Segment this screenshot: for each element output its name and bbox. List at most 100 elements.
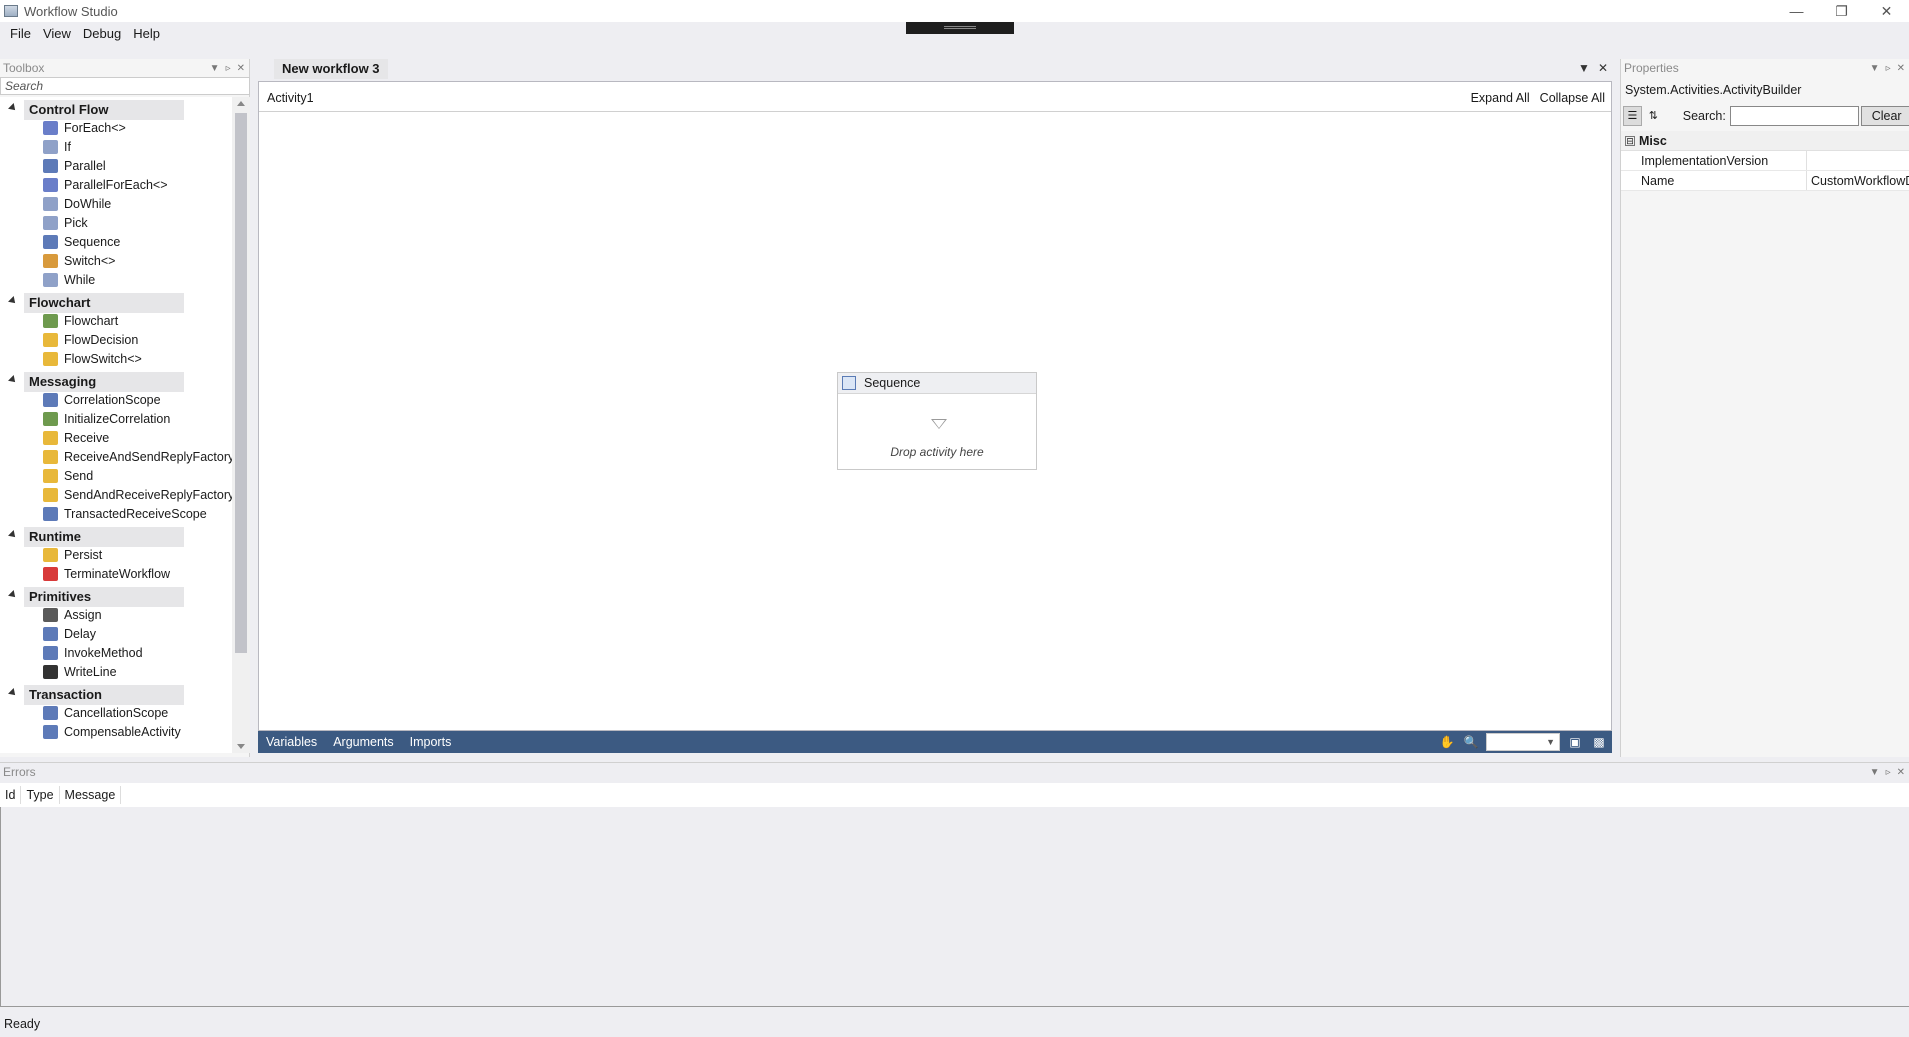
pin-icon[interactable]: ▹ — [1886, 63, 1891, 74]
dropdown-icon[interactable]: ▼ — [1870, 767, 1880, 778]
toolbox-item[interactable]: ForEach<> — [0, 119, 232, 138]
scroll-thumb[interactable] — [235, 113, 247, 653]
toolbox-item[interactable]: Assign — [0, 606, 232, 625]
scroll-up-icon[interactable] — [237, 101, 245, 106]
toolbox-item[interactable]: TransactedReceiveScope — [0, 505, 232, 524]
dropdown-icon[interactable]: ▼ — [1870, 63, 1880, 74]
property-key: ImplementationVersion — [1621, 151, 1807, 170]
toolbox-item[interactable]: TerminateWorkflow — [0, 565, 232, 584]
clear-button[interactable]: Clear — [1861, 106, 1909, 126]
close-icon[interactable]: ✕ — [1897, 63, 1905, 74]
toolbox-item[interactable]: Flowchart — [0, 312, 232, 331]
close-button[interactable]: ✕ — [1864, 0, 1909, 22]
toolbox-category[interactable]: Flowchart — [0, 292, 232, 313]
toolbox-item[interactable]: Persist — [0, 546, 232, 565]
toolbox-item[interactable]: FlowDecision — [0, 331, 232, 350]
toolbox-scrollbar[interactable] — [232, 97, 250, 753]
dropdown-icon[interactable]: ▼ — [210, 63, 220, 74]
expand-triangle-icon[interactable] — [8, 296, 18, 306]
pin-icon[interactable]: ▹ — [226, 63, 231, 74]
scroll-down-icon[interactable] — [237, 744, 245, 749]
property-value[interactable]: CustomWorkflowDe — [1807, 171, 1909, 190]
toolbox-item[interactable]: CancellationScope — [0, 704, 232, 723]
categorized-icon[interactable]: ☰ — [1623, 106, 1642, 126]
expand-triangle-icon[interactable] — [8, 590, 18, 600]
menu-file[interactable]: File — [4, 26, 37, 41]
invoke-method-icon — [43, 646, 58, 660]
toolbox-item[interactable]: Receive — [0, 429, 232, 448]
expand-all-button[interactable]: Expand All — [1471, 91, 1530, 105]
expand-triangle-icon[interactable] — [8, 688, 18, 698]
toolbox-item[interactable]: SendAndReceiveReplyFactory — [0, 486, 232, 505]
close-icon[interactable]: ✕ — [1897, 767, 1905, 778]
toolbox-category[interactable]: Control Flow — [0, 99, 232, 120]
toolbox-item-label: Receive — [64, 431, 110, 445]
properties-header: Properties ▼ ▹ ✕ — [1621, 59, 1909, 77]
debug-toolbar-handle[interactable] — [906, 22, 1014, 34]
flowswitch-icon — [43, 352, 58, 366]
expand-triangle-icon[interactable] — [8, 530, 18, 540]
toolbox-item[interactable]: Pick — [0, 214, 232, 233]
toolbox-item[interactable]: CorrelationScope — [0, 391, 232, 410]
overview-map-icon[interactable]: ▩ — [1590, 734, 1608, 750]
toolbox-item[interactable]: Parallel — [0, 157, 232, 176]
toolbox-category[interactable]: Runtime — [0, 526, 232, 547]
tab-list-icon[interactable]: ▼ — [1578, 61, 1590, 75]
toolbox-search-input[interactable]: Search — [0, 77, 250, 95]
column-id[interactable]: Id — [0, 786, 22, 804]
pan-hand-icon[interactable]: ✋ — [1438, 734, 1456, 750]
property-key: Name — [1621, 171, 1807, 190]
status-bar: Ready — [0, 1012, 1909, 1037]
designer-canvas[interactable]: Activity1 Expand All Collapse All Sequen… — [258, 81, 1612, 731]
minimize-button[interactable]: — — [1774, 0, 1819, 22]
column-type[interactable]: Type — [21, 786, 60, 804]
property-value[interactable] — [1807, 151, 1909, 170]
toolbox-item[interactable]: While — [0, 271, 232, 290]
arguments-tab[interactable]: Arguments — [325, 735, 401, 749]
pin-icon[interactable]: ▹ — [1886, 767, 1891, 778]
menu-view[interactable]: View — [37, 26, 77, 41]
imports-tab[interactable]: Imports — [402, 735, 460, 749]
toolbox-item[interactable]: Delay — [0, 625, 232, 644]
toolbox-item[interactable]: Sequence — [0, 233, 232, 252]
menu-debug[interactable]: Debug — [77, 26, 127, 41]
restore-button[interactable]: ❐ — [1819, 0, 1864, 22]
fit-to-screen-icon[interactable]: ▣ — [1566, 734, 1584, 750]
toolbox-item[interactable]: ReceiveAndSendReplyFactory — [0, 448, 232, 467]
collapse-all-button[interactable]: Collapse All — [1540, 91, 1605, 105]
variables-tab[interactable]: Variables — [258, 735, 325, 749]
property-row[interactable]: Name CustomWorkflowDe — [1621, 171, 1909, 191]
sequence-activity[interactable]: Sequence Drop activity here — [837, 372, 1037, 470]
close-icon[interactable]: ✕ — [237, 63, 245, 74]
expand-triangle-icon[interactable] — [8, 103, 18, 113]
toolbox-item[interactable]: If — [0, 138, 232, 157]
category-label: Runtime — [24, 527, 184, 547]
breadcrumb[interactable]: Activity1 — [267, 91, 314, 105]
tab-new-workflow[interactable]: New workflow 3 — [274, 59, 388, 79]
property-row[interactable]: ImplementationVersion — [1621, 151, 1909, 171]
property-category-misc[interactable]: ⊟ Misc — [1621, 131, 1909, 151]
zoom-icon[interactable]: 🔍 — [1462, 734, 1480, 750]
if-icon — [43, 140, 58, 154]
expand-triangle-icon[interactable] — [8, 375, 18, 385]
toolbox-item[interactable]: FlowSwitch<> — [0, 350, 232, 369]
toolbox-item[interactable]: Switch<> — [0, 252, 232, 271]
toolbox-item[interactable]: WriteLine — [0, 663, 232, 682]
sort-alphabetical-icon[interactable]: ⇅ — [1644, 106, 1663, 126]
toolbox-item[interactable]: InvokeMethod — [0, 644, 232, 663]
toolbox-item[interactable]: CompensableActivity — [0, 723, 232, 742]
toolbox-item-label: CorrelationScope — [64, 393, 161, 407]
column-message[interactable]: Message — [60, 786, 122, 804]
collapse-icon[interactable]: ⊟ — [1625, 135, 1635, 146]
toolbox-category[interactable]: Messaging — [0, 371, 232, 392]
close-tab-icon[interactable]: ✕ — [1598, 61, 1608, 75]
toolbox-item[interactable]: InitializeCorrelation — [0, 410, 232, 429]
toolbox-item[interactable]: DoWhile — [0, 195, 232, 214]
properties-search-input[interactable] — [1729, 106, 1860, 126]
toolbox-item[interactable]: Send — [0, 467, 232, 486]
toolbox-item[interactable]: ParallelForEach<> — [0, 176, 232, 195]
menu-help[interactable]: Help — [127, 26, 166, 41]
zoom-select[interactable]: ▼ — [1486, 733, 1560, 751]
toolbox-category[interactable]: Primitives — [0, 586, 232, 607]
toolbox-category[interactable]: Transaction — [0, 684, 232, 705]
